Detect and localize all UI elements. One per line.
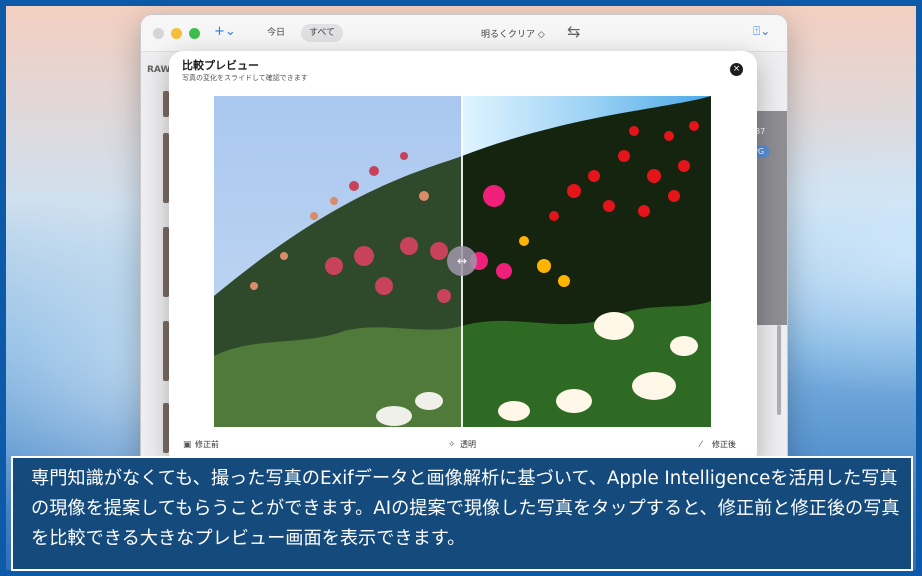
label-after[interactable]: ⁄ 修正後 [700,439,736,450]
sidebar-section-raw: RAW [147,65,171,75]
caption-overlay: 専門知識がなくても、撮った写真のExifデータと画像解析に基づいて、Apple … [11,456,913,571]
label-before[interactable]: ▣ 修正前 [183,439,219,450]
label-before-text: 修正前 [195,440,219,449]
preset-select[interactable]: 明るくクリア ◇ [481,27,545,40]
comparison-slider-handle[interactable]: ↔ [447,246,477,276]
before-after-comparison[interactable]: ↔ [214,96,711,427]
magic-wand-icon: ⁄ [700,440,702,450]
image-icon: ▣ [183,440,192,450]
sparkle-icon: ✧ [448,440,456,450]
close-window-button[interactable] [153,28,164,39]
label-after-text: 修正後 [712,440,736,449]
comparison-preview-sheet: 比較プレビュー 写真の変化をスライドして確認できます × ↔ ▣ 修正前 ✧ 透… [169,51,757,466]
label-transparent[interactable]: ✧ 透明 [448,439,476,450]
share-icon[interactable]: ⍐⌄ [753,24,770,39]
close-icon[interactable]: × [730,63,743,76]
zoom-window-button[interactable] [189,28,200,39]
sheet-title: 比較プレビュー [182,59,259,72]
caption-text: 専門知識がなくても、撮った写真のExifデータと画像解析に基づいて、Apple … [31,468,900,549]
label-transparent-text: 透明 [460,440,476,449]
tab-today[interactable]: 今日 [259,24,293,42]
tab-all[interactable]: すべて [301,24,344,42]
plus-icon[interactable]: +⌄ [214,24,236,39]
swap-icon[interactable]: ⇆ [567,22,580,41]
scrollbar[interactable] [777,325,781,415]
sheet-subtitle: 写真の変化をスライドして確認できます [182,74,308,82]
minimize-window-button[interactable] [171,28,182,39]
toolbar: +⌄ 今日 すべて 明るくクリア ◇ ⇆ ⍐⌄ [141,15,787,52]
